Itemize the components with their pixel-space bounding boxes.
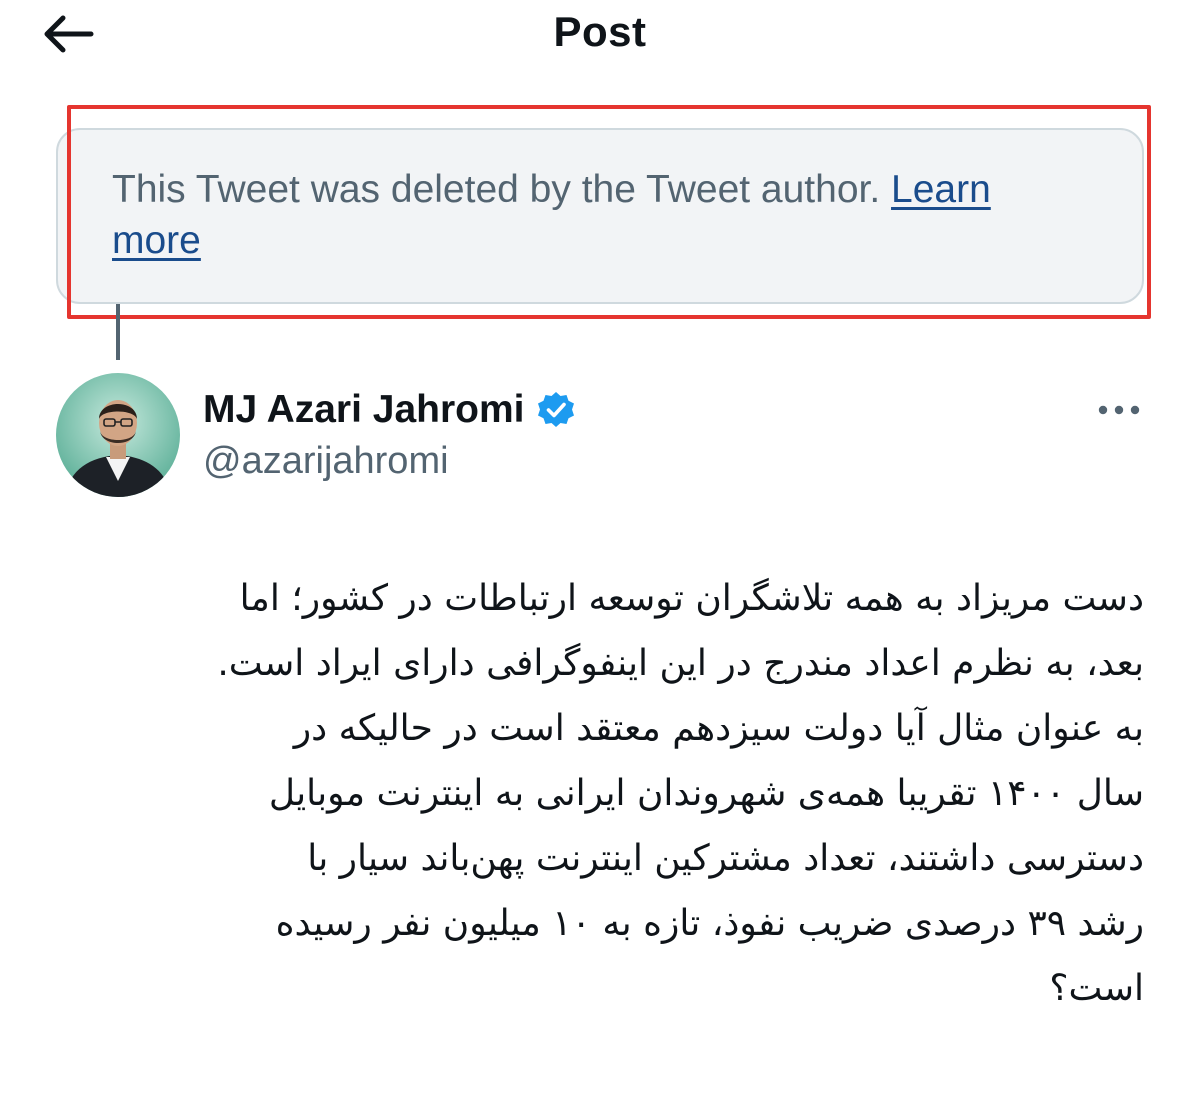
author-name-row[interactable]: MJ Azari Jahromi <box>203 386 576 434</box>
page-title: Post <box>553 8 647 55</box>
author-name: MJ Azari Jahromi <box>203 388 525 431</box>
tweet-text: دست مریزاد به همه تلاشگران توسعه ارتباطا… <box>56 566 1144 1021</box>
more-options-button[interactable] <box>1088 388 1150 432</box>
verified-badge-icon <box>538 392 575 427</box>
profile-photo-icon <box>56 373 180 497</box>
more-horizontal-icon <box>1098 405 1140 415</box>
tweet-line: دسترسی داشتند، تعداد مشترکین اینترنت پهن… <box>307 838 1144 879</box>
tweet-line: رشد ۳۹ درصدی ضریب نفوذ، تازه به ۱۰ میلیو… <box>275 903 1144 944</box>
tweet-line: به عنوان مثال آیا دولت سیزدهم معتقد است … <box>293 708 1144 749</box>
author-handle[interactable]: @azarijahromi <box>203 437 449 485</box>
tweet-line: سال ۱۴۰۰ تقریبا همه‌ی شهروندان ایرانی به… <box>268 773 1144 814</box>
top-bar: Post <box>0 0 1200 70</box>
avatar[interactable] <box>56 373 180 497</box>
tweet-line: دست مریزاد به همه تلاشگران توسعه ارتباطا… <box>239 578 1144 619</box>
tweet-line: است؟ <box>1049 968 1144 1009</box>
thread-connector-line <box>116 304 120 360</box>
tweet-line: بعد، به نظرم اعداد مندرج در این اینفوگرا… <box>217 643 1144 684</box>
red-highlight-box <box>67 105 1151 319</box>
